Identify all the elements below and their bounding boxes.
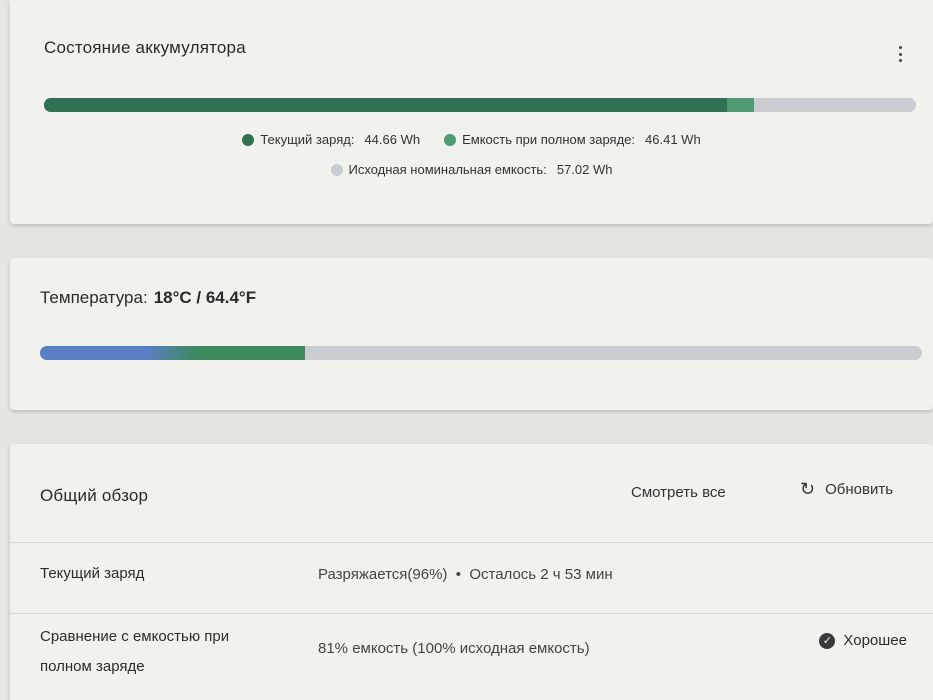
temperature-label: Температура: — [40, 288, 148, 307]
status-label: Хорошее — [843, 632, 907, 649]
refresh-label: Обновить — [825, 480, 894, 498]
more-vert-icon[interactable] — [899, 46, 903, 62]
legend-design-capacity: Исходная номинальная емкость: 57.02 Wh — [330, 162, 613, 177]
current-charge-dot-icon — [242, 133, 255, 146]
row-value-capacity-comparison: 81% емкость (100% исходная емкость) — [318, 640, 590, 657]
legend-value: 57.02 Wh — [556, 162, 613, 177]
current-charge-segment — [44, 98, 727, 112]
battery-legend-row-1: Текущий заряд: 44.66 Wh Емкость при полн… — [10, 132, 933, 147]
temperature-card: Температура: 18°C / 64.4°F — [10, 258, 933, 410]
refresh-icon: ↻ — [800, 479, 816, 499]
legend-value: 46.41 Wh — [645, 132, 701, 147]
table-row: Текущий заряд Разряжается(96%) • Осталос… — [10, 543, 933, 614]
full-capacity-dot-icon — [444, 133, 457, 146]
temperature-bar — [40, 346, 922, 360]
legend-full-capacity: Емкость при полном заряде: 46.41 Wh — [444, 132, 701, 147]
battery-legend-row-2: Исходная номинальная емкость: 57.02 Wh — [10, 162, 933, 177]
row-label-line-1: Сравнение с емкостью при — [40, 628, 230, 645]
refresh-button[interactable]: ↻ Обновить — [800, 480, 893, 498]
temperature-fill — [40, 346, 305, 360]
overview-title: Общий обзор — [40, 486, 149, 505]
legend-label: Емкость при полном заряде: — [462, 132, 636, 147]
view-all-button[interactable]: Смотреть все — [631, 484, 726, 501]
legend-value: 44.66 Wh — [364, 132, 421, 147]
status-badge: ✓ Хорошее — [819, 632, 907, 649]
legend-label: Текущий заряд: — [260, 132, 355, 147]
table-row: Сравнение с емкостью при полном заряде 8… — [10, 614, 933, 700]
overview-header: Общий обзор Смотреть все ↻ Обновить — [10, 444, 933, 543]
battery-health-title: Состояние аккумулятора — [44, 38, 246, 57]
legend-current-charge: Текущий заряд: 44.66 Wh — [242, 132, 420, 147]
design-capacity-dot-icon — [330, 163, 343, 176]
row-label-capacity-comparison: Сравнение с емкостью при полном заряде — [40, 622, 229, 682]
row-value-current-charge: Разряжается(96%) • Осталось 2 ч 53 мин — [318, 566, 613, 583]
row-label-line-2: полном заряде — [40, 658, 145, 675]
overview-card: Общий обзор Смотреть все ↻ Обновить Теку… — [10, 444, 933, 700]
temperature-value: 18°C / 64.4°F — [153, 288, 257, 307]
legend-label: Исходная номинальная емкость: — [348, 162, 547, 177]
temperature-label-row: Температура: 18°C / 64.4°F — [40, 288, 256, 308]
battery-capacity-bar — [44, 98, 916, 112]
row-label-current-charge: Текущий заряд — [40, 565, 145, 582]
battery-health-card: Состояние аккумулятора Текущий заряд: 44… — [10, 0, 933, 224]
check-circle-icon: ✓ — [819, 632, 836, 649]
